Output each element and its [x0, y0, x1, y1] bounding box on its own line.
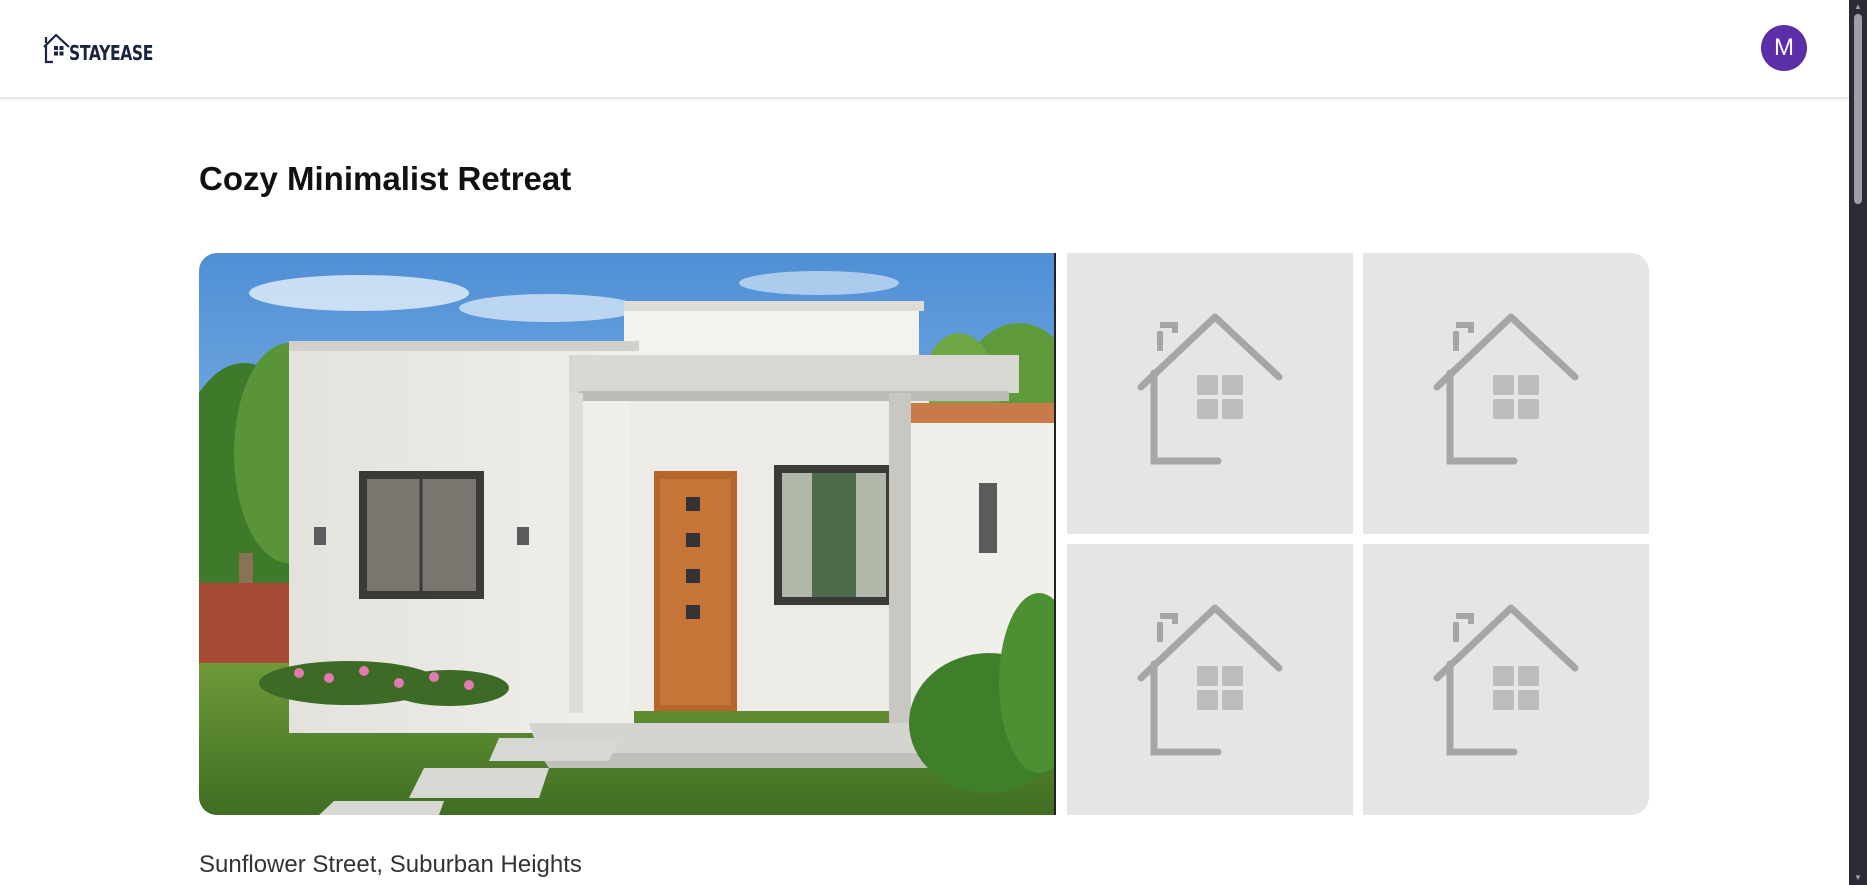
logo-house-icon — [43, 33, 70, 64]
gallery-thumb-1[interactable] — [1067, 253, 1353, 534]
scrollbar-thumb[interactable] — [1854, 14, 1862, 204]
top-nav: STAYEASE M — [0, 0, 1849, 98]
vertical-scrollbar[interactable]: ▲ ▼ — [1849, 0, 1867, 885]
house-placeholder-icon — [1137, 313, 1283, 465]
photo-gallery — [199, 253, 1649, 815]
listing-title: Cozy Minimalist Retreat — [199, 160, 572, 197]
house-photo-illustration — [199, 253, 1056, 815]
page: STAYEASE M Cozy Minimalist Retreat Sunfl… — [0, 0, 1867, 885]
listing-address: Sunflower Street, Suburban Heights — [199, 851, 582, 878]
brand-name: STAYEASE — [69, 41, 154, 65]
house-placeholder-icon — [1137, 604, 1283, 756]
brand-logo[interactable]: STAYEASE — [41, 25, 177, 65]
house-placeholder-icon — [1433, 313, 1579, 465]
gallery-thumb-2[interactable] — [1363, 253, 1649, 534]
gallery-thumb-4[interactable] — [1363, 544, 1649, 815]
gallery-thumb-3[interactable] — [1067, 544, 1353, 815]
scroll-up-arrow-icon[interactable]: ▲ — [1849, 0, 1867, 14]
viewport: STAYEASE M Cozy Minimalist Retreat Sunfl… — [0, 0, 1849, 885]
main-house-photo[interactable] — [199, 253, 1056, 815]
scroll-down-arrow-icon[interactable]: ▼ — [1849, 871, 1867, 885]
user-avatar[interactable]: M — [1761, 25, 1807, 71]
house-placeholder-icon — [1433, 604, 1579, 756]
